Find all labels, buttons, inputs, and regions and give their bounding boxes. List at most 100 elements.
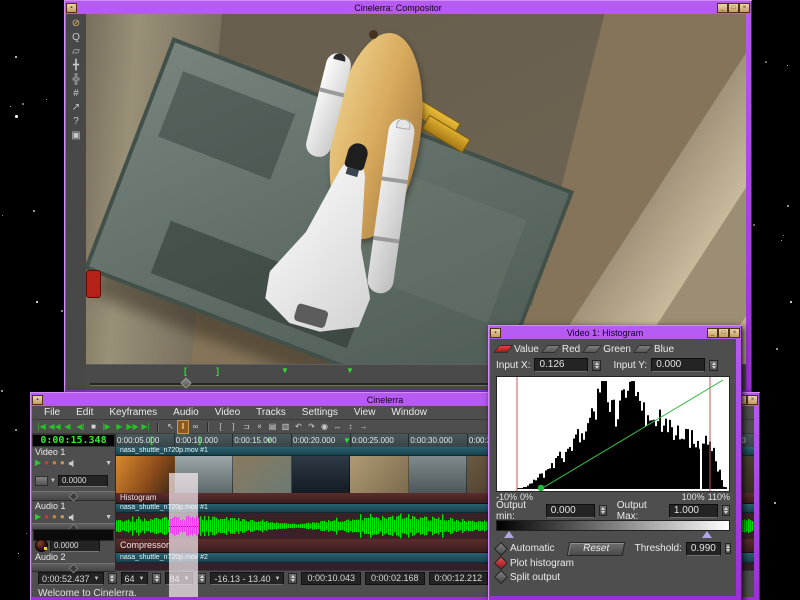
copy-button[interactable]: ▤ xyxy=(266,421,279,433)
fader-mode-icon[interactable] xyxy=(35,475,48,486)
menu-view[interactable]: View xyxy=(346,406,384,419)
input-y-tumbler[interactable] xyxy=(709,359,719,371)
window-menu-button[interactable]: ▪ xyxy=(32,395,43,405)
label-button[interactable]: ◉ xyxy=(318,421,331,433)
track-title-video1[interactable]: Video 1 xyxy=(32,447,115,457)
selection-end-field[interactable]: 0:00:12.212 xyxy=(428,572,489,585)
sample-zoom-tumbler[interactable] xyxy=(107,573,117,584)
output-min-field[interactable]: 0.000 xyxy=(545,503,595,518)
output-max-field[interactable]: 1.000 xyxy=(668,503,718,518)
magnify-icon[interactable]: Q xyxy=(68,31,84,45)
play-button[interactable]: ▶ xyxy=(113,421,126,433)
frame-reverse-button[interactable]: ◀| xyxy=(74,421,87,433)
track-title-audio1[interactable]: Audio 1 xyxy=(32,501,115,511)
draw-media-icon[interactable]: ● xyxy=(60,512,65,522)
threshold-tumbler[interactable] xyxy=(724,543,731,554)
menu-settings[interactable]: Settings xyxy=(294,406,346,419)
video-thumbnail[interactable] xyxy=(174,456,233,493)
selection-start-field[interactable]: 0:00:10.043 xyxy=(301,572,361,585)
track-divider[interactable] xyxy=(32,491,115,501)
mask-tool-icon[interactable]: ▱ xyxy=(68,45,84,59)
video-thumbnail[interactable] xyxy=(350,456,409,493)
channel-slash-icon[interactable] xyxy=(492,345,514,353)
fit-autos-button[interactable]: ↕ xyxy=(344,421,357,433)
out-point-button[interactable]: ] xyxy=(227,421,240,433)
draw-media-icon[interactable]: ● xyxy=(60,458,65,468)
projector-tool-icon[interactable]: ╬ xyxy=(68,73,84,87)
record-arm-icon[interactable]: ● xyxy=(44,458,49,468)
channel-green[interactable]: Green xyxy=(582,344,631,355)
out-point-marker[interactable]: ] xyxy=(216,366,219,376)
fit-selection-button[interactable]: ↔ xyxy=(331,421,344,433)
gang-icon[interactable]: ● xyxy=(52,512,57,522)
reverse-play-button[interactable]: ◀ xyxy=(61,421,74,433)
channel-value[interactable]: Value xyxy=(492,344,539,355)
amplitude-zoom-tumbler[interactable] xyxy=(152,573,162,584)
maximize-button[interactable]: □ xyxy=(728,3,739,13)
redo-button[interactable]: ↷ xyxy=(305,421,318,433)
input-x-tumbler[interactable] xyxy=(592,359,602,371)
mute-speaker-icon[interactable] xyxy=(68,459,77,468)
titlesafe-icon[interactable]: ▣ xyxy=(68,129,84,143)
histogram-titlebar[interactable]: ▪ Video 1: Histogram _ □ × xyxy=(490,327,740,339)
fast-reverse-button[interactable]: ◀◀ xyxy=(48,421,61,433)
track-height-tumbler[interactable] xyxy=(197,573,207,584)
eyedropper-icon[interactable]: ↗ xyxy=(68,101,84,115)
track-divider[interactable] xyxy=(32,563,115,572)
undo-button[interactable]: ↶ xyxy=(292,421,305,433)
curve-zoom-tumbler[interactable] xyxy=(288,573,298,584)
dropdown-arrow-icon[interactable]: ▼ xyxy=(50,478,56,484)
menu-audio[interactable]: Audio xyxy=(165,406,207,419)
output-max-slider[interactable] xyxy=(702,531,712,538)
play-toggle-icon[interactable]: ▶ xyxy=(35,512,41,522)
channel-slash-icon[interactable] xyxy=(582,345,603,353)
track-title-audio2[interactable]: Audio 2 xyxy=(32,552,115,562)
close-button[interactable]: × xyxy=(739,3,750,13)
expand-track-icon[interactable]: ▼ xyxy=(105,514,112,521)
goto-end-button[interactable]: ▶| xyxy=(139,421,152,433)
dropdown-arrow-icon[interactable]: ▼ xyxy=(274,576,280,582)
tool-info-icon[interactable]: ? xyxy=(68,115,84,129)
frame-forward-button[interactable]: |▶ xyxy=(100,421,113,433)
iconify-button[interactable]: _ xyxy=(717,3,728,13)
channel-slash-icon[interactable] xyxy=(632,345,654,353)
reset-button[interactable]: Reset xyxy=(567,541,626,556)
histogram-plot[interactable] xyxy=(496,376,730,492)
crop-tool-icon[interactable]: # xyxy=(68,87,84,101)
dropdown-arrow-icon[interactable]: ▼ xyxy=(139,576,145,582)
paste-button[interactable]: ▥ xyxy=(279,421,292,433)
channel-slash-icon[interactable] xyxy=(540,345,561,353)
close-button[interactable]: × xyxy=(747,395,758,405)
dropdown-arrow-icon[interactable]: ▼ xyxy=(183,576,189,582)
output-max-tumbler[interactable] xyxy=(721,505,730,516)
curve-zoom-field[interactable]: -16.13 - 13.40 ▼ xyxy=(210,572,285,585)
menu-window[interactable]: Window xyxy=(383,406,435,419)
splice-button[interactable]: ⊐ xyxy=(240,421,253,433)
channel-red[interactable]: Red xyxy=(540,344,580,355)
video-thumbnail[interactable] xyxy=(116,456,175,493)
split-output-checkbox[interactable] xyxy=(493,569,509,585)
track-height-field[interactable]: 84 ▼ xyxy=(165,572,194,585)
iconify-button[interactable]: _ xyxy=(707,328,718,338)
audio-fader-value[interactable]: 0.0000 xyxy=(50,539,100,552)
expand-track-icon[interactable]: ▼ xyxy=(105,460,112,467)
window-menu-button[interactable]: ▪ xyxy=(66,3,77,13)
output-min-tumbler[interactable] xyxy=(598,505,607,516)
input-y-field[interactable]: 0.000 xyxy=(651,358,706,372)
pan-knob[interactable] xyxy=(35,539,48,552)
selection-duration-field[interactable]: 0:00:02.168 xyxy=(364,572,425,585)
mute-speaker-icon[interactable] xyxy=(68,513,77,522)
label-marker[interactable]: ▼ xyxy=(281,366,289,375)
fast-forward-button[interactable]: ▶▶ xyxy=(126,421,139,433)
keyframe-link-button[interactable]: ∞ xyxy=(189,421,202,433)
menu-tracks[interactable]: Tracks xyxy=(248,406,294,419)
video-thumbnail[interactable] xyxy=(233,456,292,493)
menu-keyframes[interactable]: Keyframes xyxy=(101,406,165,419)
sample-zoom-field[interactable]: 0:00:52.437 ▼ xyxy=(38,572,104,585)
video-thumbnail[interactable] xyxy=(291,456,350,493)
threshold-field[interactable]: 0.990 xyxy=(685,541,721,556)
menu-edit[interactable]: Edit xyxy=(68,406,101,419)
menu-file[interactable]: File xyxy=(36,406,68,419)
in-point-marker[interactable]: [ xyxy=(184,366,187,376)
camera-tool-icon[interactable]: ╋ xyxy=(68,59,84,73)
